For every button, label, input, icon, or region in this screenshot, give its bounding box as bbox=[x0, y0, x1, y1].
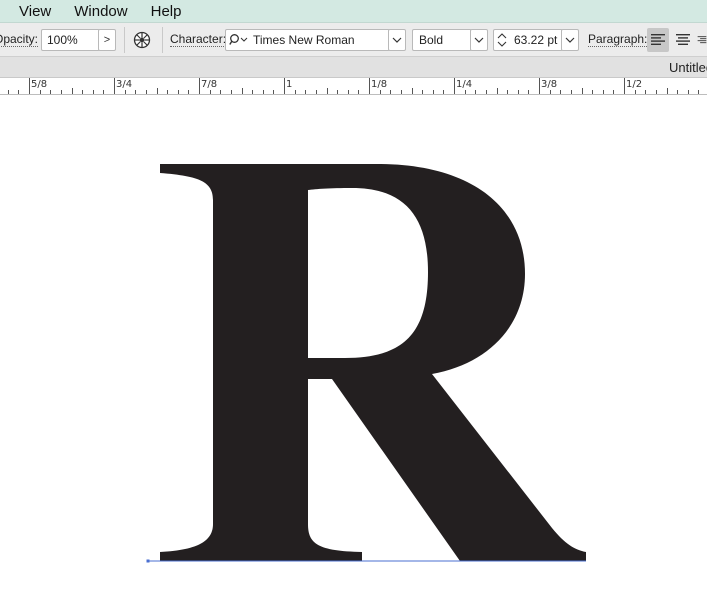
align-left-icon bbox=[651, 34, 665, 45]
opacity-label-wrap: Opacity: bbox=[0, 23, 39, 57]
document-tab-bar: Untitled bbox=[0, 57, 707, 78]
ruler-label: 7/8 bbox=[201, 79, 218, 90]
font-search-icon bbox=[229, 34, 248, 45]
glyph-r-outline[interactable] bbox=[160, 164, 586, 561]
align-right-icon bbox=[697, 36, 707, 44]
align-left-button[interactable] bbox=[647, 28, 669, 52]
separator bbox=[162, 27, 163, 53]
chevron-down-icon bbox=[474, 37, 484, 43]
font-style-value: Bold bbox=[419, 33, 444, 47]
artboard-canvas[interactable] bbox=[0, 96, 707, 612]
paragraph-label[interactable]: Paragraph: bbox=[588, 33, 648, 47]
opacity-arrow-button[interactable]: > bbox=[98, 29, 116, 51]
ruler-label: 1 bbox=[286, 79, 293, 90]
menu-view[interactable]: View bbox=[19, 0, 51, 23]
anchor-point[interactable] bbox=[146, 559, 150, 563]
menu-bar: View Window Help bbox=[0, 0, 707, 23]
menu-window[interactable]: Window bbox=[74, 0, 127, 23]
font-family-dropdown[interactable] bbox=[388, 29, 406, 51]
character-label[interactable]: Character: bbox=[170, 33, 227, 47]
character-label-wrap: Character: bbox=[170, 23, 227, 57]
ruler-label: 5/8 bbox=[31, 79, 48, 90]
font-size-field[interactable]: 63.22 pt bbox=[493, 29, 563, 51]
control-bar: Opacity: 100% > Character: Times bbox=[0, 23, 707, 57]
ruler-label: 1/4 bbox=[456, 79, 473, 90]
ruler-label: 3/8 bbox=[541, 79, 558, 90]
align-right-button[interactable] bbox=[697, 28, 707, 52]
horizontal-ruler[interactable]: 5/8 3/4 7/8 1 1/8 1/4 3/8 1/2 bbox=[0, 78, 707, 95]
font-family-value: Times New Roman bbox=[253, 33, 355, 47]
align-center-icon bbox=[676, 34, 690, 45]
align-center-button[interactable] bbox=[672, 28, 694, 52]
ruler-label: 3/4 bbox=[116, 79, 133, 90]
ruler-ticks bbox=[8, 78, 699, 94]
document-tab-title[interactable]: Untitled bbox=[669, 57, 707, 78]
opacity-field[interactable]: 100% bbox=[41, 29, 100, 51]
ruler-label: 1/2 bbox=[626, 79, 643, 90]
separator bbox=[124, 27, 125, 53]
font-size-dropdown[interactable] bbox=[561, 29, 579, 51]
recolor-artwork-button[interactable] bbox=[133, 23, 151, 57]
font-style-field[interactable]: Bold bbox=[412, 29, 472, 51]
chevron-down-icon bbox=[392, 37, 402, 43]
stepper-icon[interactable] bbox=[496, 31, 508, 49]
font-style-dropdown[interactable] bbox=[470, 29, 488, 51]
glyph-artwork[interactable] bbox=[0, 96, 707, 612]
ruler-label: 1/8 bbox=[371, 79, 388, 90]
chevron-down-icon bbox=[565, 37, 575, 43]
font-family-field[interactable]: Times New Roman bbox=[225, 29, 390, 51]
opacity-value: 100% bbox=[47, 33, 78, 47]
paragraph-label-wrap: Paragraph: bbox=[588, 23, 648, 57]
recolor-artwork-icon bbox=[133, 31, 151, 49]
font-size-value: 63.22 pt bbox=[514, 33, 558, 47]
menu-help[interactable]: Help bbox=[151, 0, 182, 23]
opacity-arrow: > bbox=[103, 34, 111, 46]
opacity-label[interactable]: Opacity: bbox=[0, 33, 39, 47]
